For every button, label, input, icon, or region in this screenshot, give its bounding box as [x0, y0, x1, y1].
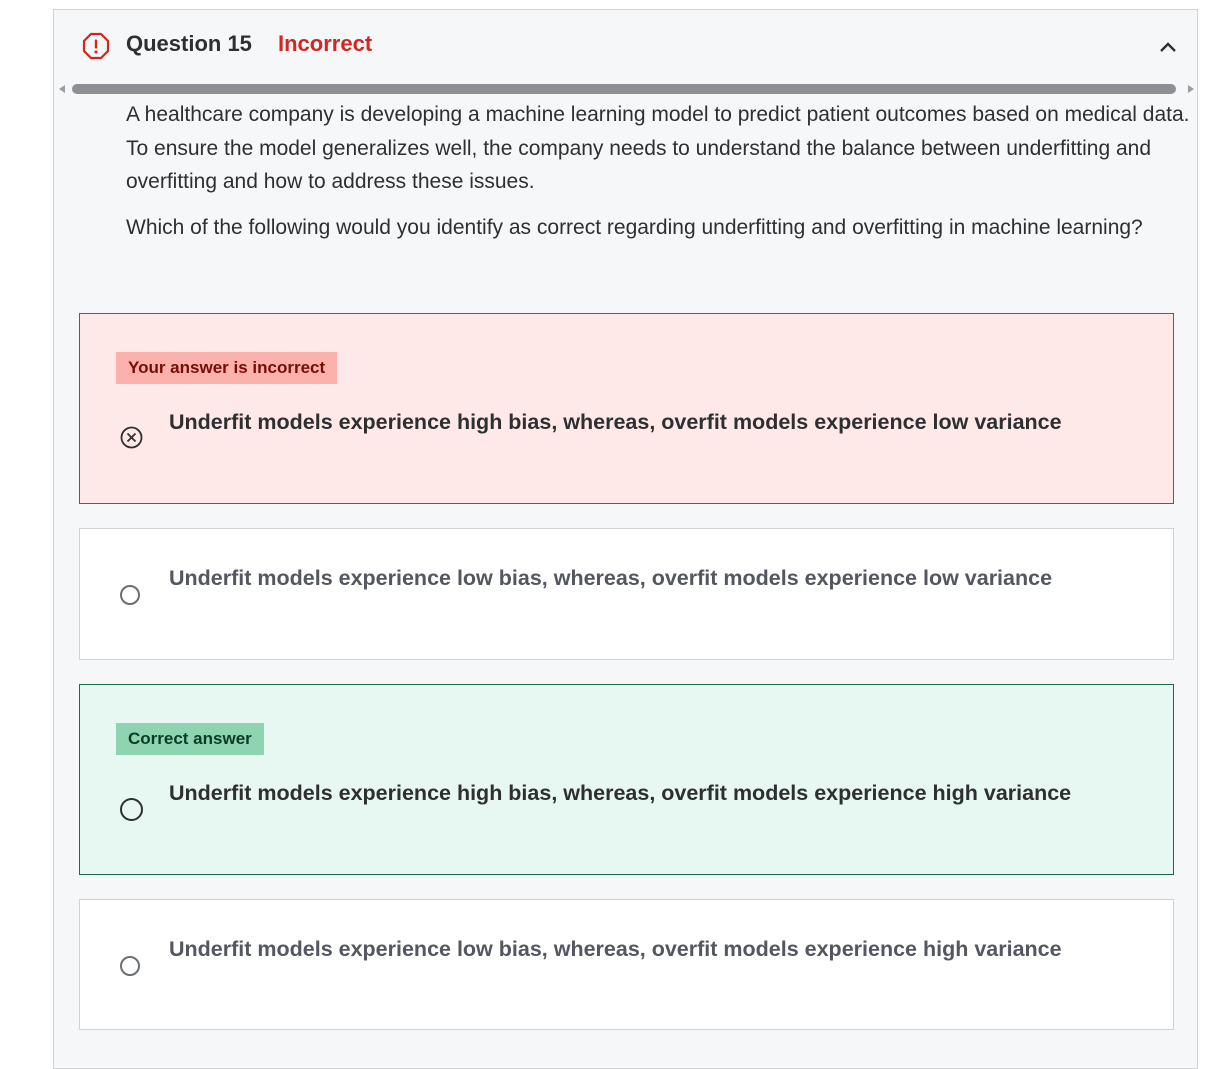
alert-octagon-icon [82, 32, 110, 60]
answer-option-selected-incorrect[interactable]: Your answer is incorrect Underfit models… [79, 313, 1174, 504]
horizontal-scrollbar[interactable] [54, 84, 1199, 96]
radio-empty-icon[interactable] [120, 798, 143, 821]
incorrect-answer-badge: Your answer is incorrect [116, 352, 338, 384]
answer-option-text: Underfit models experience high bias, wh… [169, 781, 1072, 805]
scroll-right-arrow-icon[interactable] [1188, 85, 1194, 93]
result-status: Incorrect [278, 31, 373, 56]
scroll-left-arrow-icon[interactable] [59, 85, 65, 93]
radio-empty-icon[interactable] [120, 585, 140, 605]
radio-empty-icon[interactable] [120, 956, 140, 976]
question-header[interactable]: Question 15 Incorrect [54, 10, 1197, 82]
answer-option-text: Underfit models experience low bias, whe… [169, 566, 1053, 590]
answer-option[interactable]: Underfit models experience low bias, whe… [79, 528, 1174, 660]
question-prompt: A healthcare company is developing a mac… [126, 98, 1201, 256]
question-paragraph: A healthcare company is developing a mac… [126, 103, 1190, 193]
correct-answer-badge: Correct answer [116, 723, 264, 755]
x-circle-icon [120, 426, 143, 449]
answer-option-text: Underfit models experience high bias, wh… [169, 410, 1062, 434]
answer-option-text: Underfit models experience low bias, whe… [169, 937, 1062, 961]
question-paragraph: Which of the following would you identif… [126, 215, 1143, 239]
answer-option[interactable]: Underfit models experience low bias, whe… [79, 899, 1174, 1030]
question-title: Question 15 [126, 31, 252, 56]
scrollbar-thumb[interactable] [72, 84, 1176, 94]
chevron-up-icon[interactable] [1157, 36, 1179, 58]
question-review-panel: Question 15 Incorrect A healthcare compa… [53, 9, 1198, 1069]
answer-option-correct[interactable]: Correct answer Underfit models experienc… [79, 684, 1174, 875]
